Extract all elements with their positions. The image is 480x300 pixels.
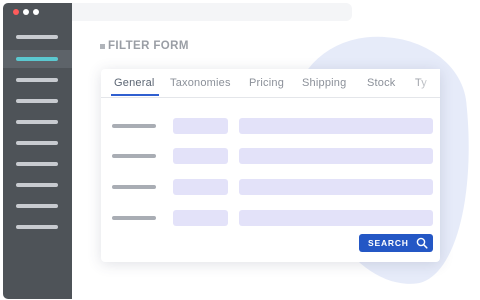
sidebar-item[interactable] bbox=[16, 162, 58, 166]
field-label bbox=[112, 185, 156, 189]
search-button-label: SEARCH bbox=[368, 238, 409, 248]
sidebar-item[interactable] bbox=[16, 78, 58, 82]
field-value-input[interactable] bbox=[239, 179, 433, 195]
tab-general[interactable]: General bbox=[114, 77, 155, 89]
sidebar-item[interactable] bbox=[16, 99, 58, 103]
sidebar-item[interactable] bbox=[16, 225, 58, 229]
field-operator-select[interactable] bbox=[173, 210, 228, 226]
sidebar-item[interactable] bbox=[16, 120, 58, 124]
page-title-text: FILTER FORM bbox=[108, 40, 189, 52]
tab-taxonomies[interactable]: Taxonomies bbox=[170, 77, 231, 89]
sidebar-item[interactable] bbox=[16, 141, 58, 145]
field-label bbox=[112, 124, 156, 128]
field-value-input[interactable] bbox=[239, 210, 433, 226]
window-controls bbox=[13, 9, 39, 15]
title-bullet-icon bbox=[100, 43, 105, 49]
field-operator-select[interactable] bbox=[173, 179, 228, 195]
search-button[interactable]: SEARCH bbox=[359, 234, 433, 252]
sidebar-item[interactable] bbox=[16, 35, 58, 39]
field-operator-select[interactable] bbox=[173, 118, 228, 134]
sidebar bbox=[3, 3, 72, 299]
sidebar-item[interactable] bbox=[16, 204, 58, 208]
maximize-dot[interactable] bbox=[33, 9, 39, 15]
field-label bbox=[112, 216, 156, 220]
top-bar bbox=[72, 3, 352, 21]
field-label bbox=[112, 154, 156, 158]
close-dot[interactable] bbox=[13, 9, 19, 15]
filter-form-card: General Taxonomies Pricing Shipping Stoc… bbox=[101, 69, 440, 262]
sidebar-item-active[interactable] bbox=[16, 57, 58, 61]
field-value-input[interactable] bbox=[239, 118, 433, 134]
minimize-dot[interactable] bbox=[23, 9, 29, 15]
search-icon bbox=[416, 237, 428, 249]
tab-shipping[interactable]: Shipping bbox=[302, 77, 346, 89]
tab-pricing[interactable]: Pricing bbox=[249, 77, 284, 89]
page-title: FILTER FORM bbox=[100, 40, 189, 52]
field-operator-select[interactable] bbox=[173, 148, 228, 164]
sidebar-item[interactable] bbox=[16, 183, 58, 187]
tab-bar: General Taxonomies Pricing Shipping Stoc… bbox=[101, 69, 440, 98]
tab-stock[interactable]: Stock bbox=[367, 77, 396, 89]
active-tab-indicator bbox=[111, 94, 159, 96]
tab-overflow-fade bbox=[414, 69, 440, 97]
field-value-input[interactable] bbox=[239, 148, 433, 164]
